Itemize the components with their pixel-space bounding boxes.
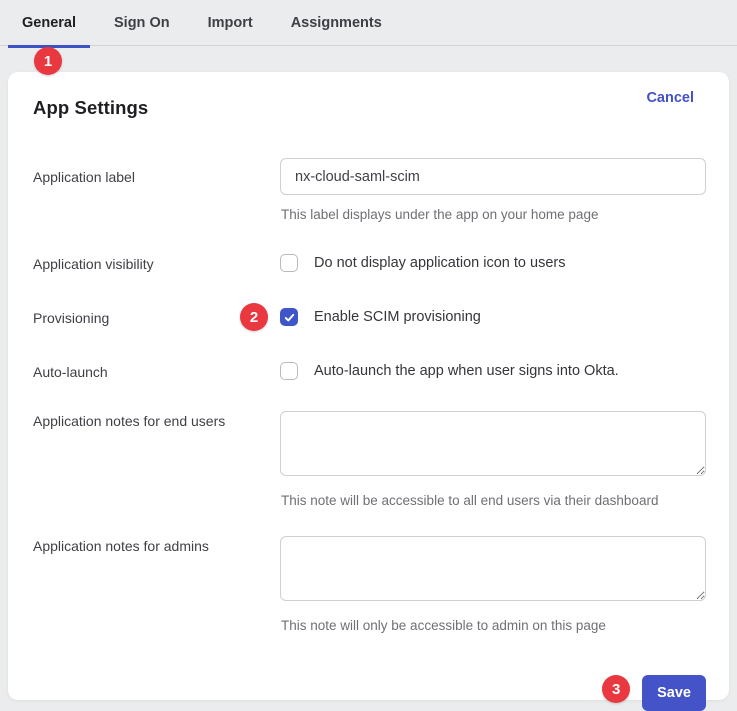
notes-admins-textarea[interactable] [280, 536, 706, 601]
card-header: App Settings Cancel [8, 97, 729, 119]
tab-bar: General Sign On Import Assignments [0, 0, 737, 46]
notes-end-users-help: This note will be accessible to all end … [280, 493, 706, 508]
tab-import-label: Import [208, 15, 253, 31]
step-badge-1: 1 [34, 47, 62, 75]
notes-admins-row: Application notes for admins This note w… [33, 536, 729, 633]
application-visibility-checkbox-label[interactable]: Do not display application icon to users [314, 255, 565, 271]
notes-admins-help: This note will only be accessible to adm… [280, 618, 706, 633]
step-badge-3: 3 [602, 675, 630, 703]
save-row: 3 Save [33, 675, 729, 711]
app-settings-card: App Settings Cancel Application label Th… [8, 72, 729, 700]
application-label-label: Application label [33, 158, 280, 185]
save-button[interactable]: Save [642, 675, 706, 711]
tab-import[interactable]: Import [208, 0, 253, 46]
application-label-row: Application label This label displays un… [33, 158, 729, 222]
application-visibility-row: Application visibility Do not display ap… [33, 254, 729, 272]
tab-assignments[interactable]: Assignments [291, 0, 382, 46]
provisioning-checkbox-label[interactable]: Enable SCIM provisioning [314, 309, 481, 325]
provisioning-row: Provisioning 2 Enable SCIM provisioning [33, 308, 729, 326]
provisioning-checkbox[interactable] [280, 308, 298, 326]
auto-launch-row: Auto-launch Auto-launch the app when use… [33, 362, 729, 380]
tab-assignments-label: Assignments [291, 15, 382, 31]
page: General Sign On Import Assignments 1 App… [0, 0, 737, 707]
tab-general-label: General [22, 15, 76, 31]
notes-end-users-row: Application notes for end users This not… [33, 411, 729, 508]
application-visibility-checkbox[interactable] [280, 254, 298, 272]
application-label-input[interactable] [280, 158, 706, 195]
tab-general[interactable]: General [22, 0, 76, 46]
step-badge-2: 2 [240, 303, 268, 331]
tab-sign-on-label: Sign On [114, 15, 170, 31]
tab-sign-on[interactable]: Sign On [114, 0, 170, 46]
application-visibility-label: Application visibility [33, 254, 280, 272]
auto-launch-checkbox[interactable] [280, 362, 298, 380]
cancel-link[interactable]: Cancel [646, 90, 694, 106]
auto-launch-label: Auto-launch [33, 362, 280, 380]
app-settings-form: Application label This label displays un… [8, 158, 729, 711]
page-title: App Settings [33, 97, 148, 119]
notes-end-users-label: Application notes for end users [33, 411, 280, 429]
checkmark-icon [283, 311, 296, 324]
auto-launch-control: Auto-launch the app when user signs into… [280, 362, 706, 380]
application-visibility-control: Do not display application icon to users [280, 254, 706, 272]
notes-admins-label: Application notes for admins [33, 536, 280, 554]
application-label-help: This label displays under the app on you… [280, 207, 706, 222]
application-label-control: This label displays under the app on you… [280, 158, 706, 222]
notes-end-users-control: This note will be accessible to all end … [280, 411, 706, 508]
auto-launch-checkbox-label[interactable]: Auto-launch the app when user signs into… [314, 363, 619, 379]
notes-admins-control: This note will only be accessible to adm… [280, 536, 706, 633]
notes-end-users-textarea[interactable] [280, 411, 706, 476]
provisioning-control: 2 Enable SCIM provisioning [280, 308, 706, 326]
